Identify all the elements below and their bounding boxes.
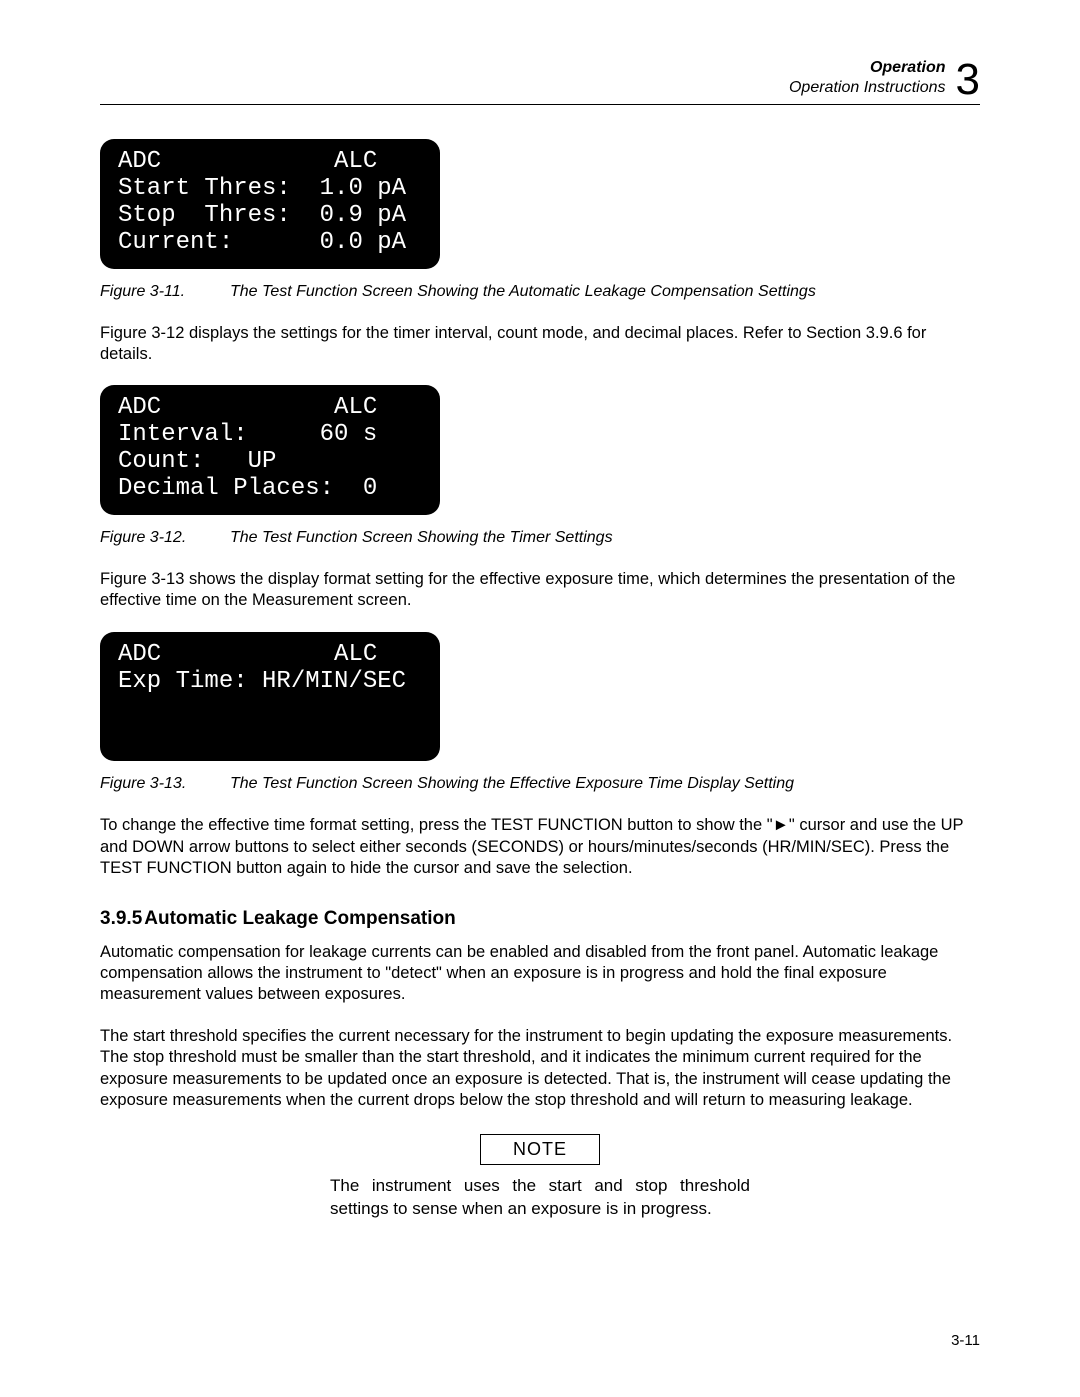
note-label-box: NOTE [480, 1134, 600, 1165]
header-title: Operation [789, 58, 946, 78]
body-paragraph: Automatic compensation for leakage curre… [100, 942, 980, 1006]
lcd-line: Count: UP [118, 448, 276, 475]
section-title: Automatic Leakage Compensation [144, 908, 455, 929]
lcd-line: ADC ALC [118, 148, 377, 175]
figure-text: The Test Function Screen Showing the Aut… [230, 283, 816, 301]
figure-caption-3-12: Figure 3-12. The Test Function Screen Sh… [100, 529, 980, 547]
page: Operation Operation Instructions 3 ADC A… [0, 0, 1080, 1397]
lcd-line: Stop Thres: 0.9 pA [118, 202, 406, 229]
lcd-line: Exp Time: HR/MIN/SEC [118, 668, 406, 695]
page-number: 3-11 [951, 1332, 980, 1349]
lcd-line: Start Thres: 1.0 pA [118, 175, 406, 202]
figure-label: Figure 3-12. [100, 529, 230, 547]
lcd-line: Interval: 60 s [118, 421, 377, 448]
figure-text: The Test Function Screen Showing the Tim… [230, 529, 613, 547]
figure-label: Figure 3-13. [100, 775, 230, 793]
body-paragraph: Figure 3-13 shows the display format set… [100, 569, 980, 612]
figure-text: The Test Function Screen Showing the Eff… [230, 775, 794, 793]
note-text: The instrument uses the start and stop t… [330, 1175, 750, 1221]
chapter-number: 3 [956, 58, 980, 102]
figure-label: Figure 3-11. [100, 283, 230, 301]
body-paragraph: The start threshold specifies the curren… [100, 1026, 980, 1112]
lcd-line: Current: 0.0 pA [118, 229, 406, 256]
section-heading: 3.9.5Automatic Leakage Compensation [100, 908, 980, 930]
lcd-line [118, 695, 132, 722]
lcd-screen-alc-settings: ADC ALC Start Thres: 1.0 pA Stop Thres: … [100, 139, 440, 269]
figure-caption-3-11: Figure 3-11. The Test Function Screen Sh… [100, 283, 980, 301]
lcd-line [118, 721, 132, 748]
body-paragraph: Figure 3-12 displays the settings for th… [100, 323, 980, 366]
lcd-line: ADC ALC [118, 641, 377, 668]
header-text-block: Operation Operation Instructions [789, 58, 946, 98]
header-subtitle: Operation Instructions [789, 78, 946, 98]
section-number: 3.9.5 [100, 908, 142, 929]
figure-caption-3-13: Figure 3-13. The Test Function Screen Sh… [100, 775, 980, 793]
body-paragraph: To change the effective time format sett… [100, 815, 980, 879]
lcd-line: Decimal Places: 0 [118, 475, 377, 502]
lcd-line: ADC ALC [118, 394, 377, 421]
lcd-screen-timer-settings: ADC ALC Interval: 60 s Count: UP Decimal… [100, 385, 440, 515]
page-header: Operation Operation Instructions 3 [100, 58, 980, 105]
lcd-screen-exp-time: ADC ALC Exp Time: HR/MIN/SEC [100, 632, 440, 762]
note-block: NOTE The instrument uses the start and s… [100, 1134, 980, 1221]
